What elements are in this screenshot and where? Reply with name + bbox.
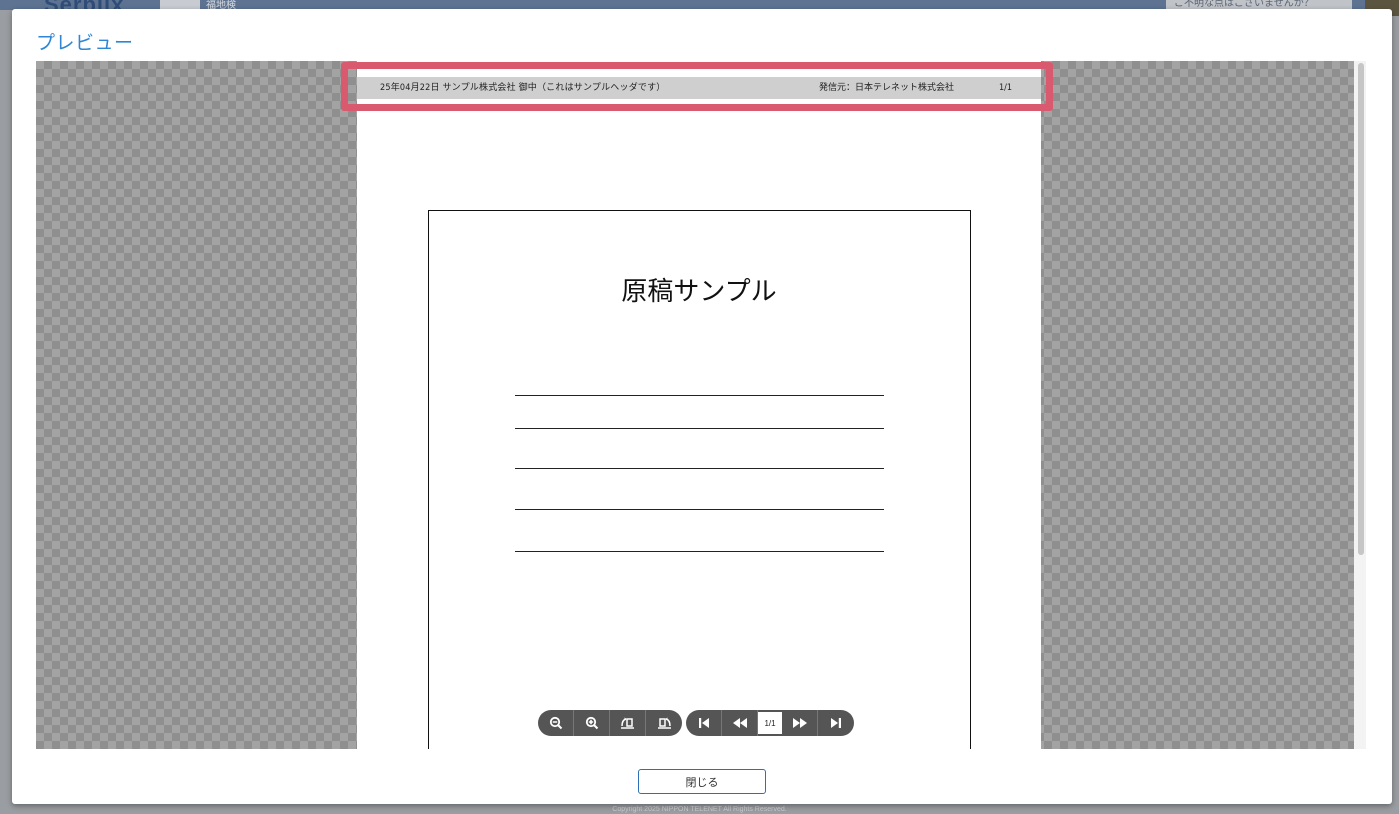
zoom-in-button[interactable] bbox=[574, 710, 610, 736]
page-navigation-group: 1/1 bbox=[686, 710, 854, 736]
rotate-left-button[interactable] bbox=[610, 710, 646, 736]
last-page-button[interactable] bbox=[818, 710, 854, 736]
zoom-in-icon bbox=[585, 716, 598, 730]
document-line bbox=[515, 509, 884, 510]
zoom-out-button[interactable] bbox=[538, 710, 574, 736]
previous-page-button[interactable] bbox=[722, 710, 758, 736]
document-line bbox=[515, 551, 884, 552]
next-page-icon bbox=[792, 718, 807, 728]
rotate-left-icon bbox=[620, 717, 634, 729]
previous-page-icon bbox=[732, 718, 747, 728]
document-line bbox=[515, 428, 884, 429]
document-line bbox=[515, 395, 884, 396]
first-page-icon bbox=[698, 718, 709, 728]
next-page-button[interactable] bbox=[782, 710, 818, 736]
zoom-rotate-group bbox=[538, 710, 682, 736]
document-title: 原稿サンプル bbox=[621, 277, 777, 307]
preview-modal: プレビュー 25年04月22日 サンプル株式会社 御中（これはサンプルヘッダです… bbox=[12, 9, 1392, 804]
rotate-right-button[interactable] bbox=[646, 710, 682, 736]
page-indicator: 1/1 bbox=[758, 712, 782, 734]
first-page-button[interactable] bbox=[686, 710, 722, 736]
document-line bbox=[515, 468, 884, 469]
modal-title: プレビュー bbox=[36, 32, 134, 54]
copyright-text: Copyright 2025 NIPPON TELENET All Rights… bbox=[612, 806, 787, 813]
last-page-icon bbox=[831, 718, 841, 728]
rotate-right-icon bbox=[658, 717, 671, 729]
close-button[interactable]: 閉じる bbox=[638, 769, 766, 794]
preview-viewer[interactable]: 25年04月22日 サンプル株式会社 御中（これはサンプルヘッダです） 発信元：… bbox=[36, 61, 1366, 749]
preview-page: 25年04月22日 サンプル株式会社 御中（これはサンプルヘッダです） 発信元：… bbox=[357, 61, 1041, 749]
viewer-scrollbar-thumb[interactable] bbox=[1358, 63, 1364, 555]
zoom-out-icon bbox=[549, 716, 562, 730]
header-highlight-box bbox=[341, 62, 1053, 111]
document-frame: 原稿サンプル bbox=[428, 210, 971, 749]
preview-toolbar: 1/1 bbox=[538, 710, 858, 736]
